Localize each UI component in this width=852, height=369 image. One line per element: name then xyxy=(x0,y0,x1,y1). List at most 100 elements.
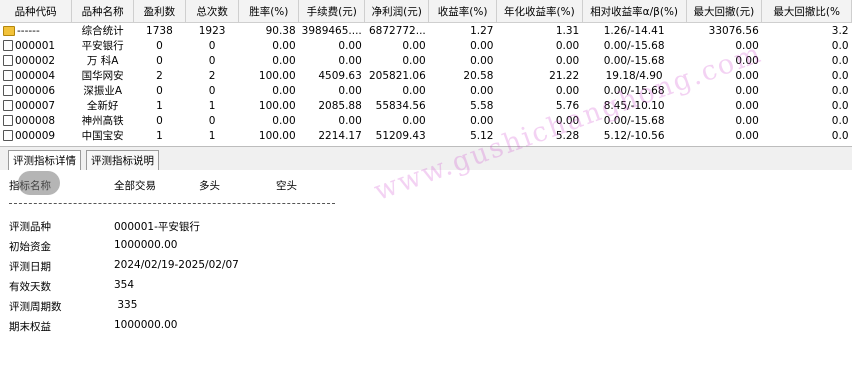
cell-total-count: 1 xyxy=(208,99,216,112)
cell-max-drawdown-ratio: 0.0 xyxy=(831,99,849,112)
detail-value-period-count: 335 xyxy=(114,299,138,311)
cell-return: 0.00 xyxy=(470,84,494,97)
row-code-text: 000004 xyxy=(15,69,56,82)
table-row[interactable]: ------ 综合统计 1738 1923 90.38 3989465.... 687277… xyxy=(0,23,852,39)
cell-total-count: 0 xyxy=(208,114,216,127)
column-header-return[interactable]: 收益率(%) xyxy=(428,0,497,23)
header-all-trades: 全部交易 xyxy=(114,180,156,192)
cell-total-count: 1923 xyxy=(198,24,226,37)
cell-fee: 0.00 xyxy=(338,39,362,52)
column-header-relative-return[interactable]: 相对收益率α/β(%) xyxy=(582,0,687,23)
detail-value-symbol: 000001-平安银行 xyxy=(114,221,200,233)
document-icon xyxy=(3,99,13,111)
row-code-text: 000007 xyxy=(15,99,56,112)
cell-profit-count: 0 xyxy=(156,39,163,52)
detail-label-initial-capital: 初始资金 xyxy=(9,241,51,253)
cell-annual-return: 1.31 xyxy=(555,24,580,37)
detail-label-period-count: 评测周期数 xyxy=(9,301,62,313)
cell-profit-count: 0 xyxy=(156,114,163,127)
cursor-highlight xyxy=(18,171,60,195)
table-row[interactable]: 000008 神州高铁 0 0 0.00 0.00 0.00 0.00 0.00 0.00/-15… xyxy=(0,113,852,128)
cell-return: 1.27 xyxy=(470,24,494,37)
cell-max-drawdown: 33076.56 xyxy=(708,24,759,37)
cell-name: 中国宝安 xyxy=(81,130,124,142)
cell-max-drawdown-ratio: 0.0 xyxy=(831,84,849,97)
cell-annual-return: 0.00 xyxy=(555,84,580,97)
cell-profit-count: 2 xyxy=(156,69,163,82)
cell-max-drawdown-ratio: 0.0 xyxy=(831,69,849,82)
detail-label-symbol: 评测品种 xyxy=(9,221,51,233)
cell-fee: 0.00 xyxy=(338,114,362,127)
cell-net-profit: 55834.56 xyxy=(375,99,426,112)
cell-name: 万 科A xyxy=(86,55,119,67)
cell-max-drawdown-ratio: 0.0 xyxy=(831,114,849,127)
cell-total-count: 1 xyxy=(208,129,216,142)
detail-label-date-range: 评测日期 xyxy=(9,261,51,273)
cell-max-drawdown-ratio: 0.0 xyxy=(831,54,849,67)
cell-net-profit: 205821.06 xyxy=(368,69,426,82)
column-header-total-count[interactable]: 总次数 xyxy=(185,0,240,23)
cell-code: 000002 xyxy=(0,53,72,68)
cell-relative-return: 0.00/-15.68 xyxy=(603,39,665,52)
cell-annual-return: 21.22 xyxy=(549,69,580,82)
cell-max-drawdown: 0.00 xyxy=(735,99,759,112)
cell-win-rate: 0.00 xyxy=(272,114,296,127)
cell-name: 平安银行 xyxy=(81,40,124,52)
cell-code: 000004 xyxy=(0,68,72,83)
row-code-text: 000002 xyxy=(15,54,56,67)
cell-profit-count: 0 xyxy=(156,54,163,67)
column-header-net-profit[interactable]: 净利润(元) xyxy=(364,0,430,23)
cell-total-count: 0 xyxy=(208,54,216,67)
cell-profit-count: 1 xyxy=(156,99,163,112)
detail-value-valid-days: 354 xyxy=(114,279,135,291)
cell-net-profit: 51209.43 xyxy=(375,129,426,142)
detail-value-date-range: 2024/02/19-2025/02/07 xyxy=(114,259,239,271)
column-header-annual-return[interactable]: 年化收益率(%) xyxy=(496,0,583,23)
document-icon xyxy=(3,129,13,141)
cell-return: 0.00 xyxy=(470,39,494,52)
column-header-win-rate[interactable]: 胜率(%) xyxy=(238,0,300,23)
cell-net-profit: 6872772... xyxy=(368,24,426,37)
tab-indicator-explanation[interactable]: 评测指标说明 xyxy=(86,150,159,171)
cell-profit-count: 1738 xyxy=(146,24,173,37)
row-code-text: 000008 xyxy=(15,114,56,127)
cell-win-rate: 100.00 xyxy=(258,99,296,112)
cell-code: 000008 xyxy=(0,113,72,128)
cell-fee: 2214.17 xyxy=(318,129,362,142)
table-row[interactable]: 000006 深振业A 0 0 0.00 0.00 0.00 0.00 0.00 0.00/-15… xyxy=(0,83,852,98)
cell-total-count: 2 xyxy=(208,69,216,82)
tab-indicator-details[interactable]: 评测指标详情 xyxy=(8,150,81,171)
header-long: 多头 xyxy=(199,180,220,192)
column-header-max-drawdown-ratio[interactable]: 最大回撤比(% xyxy=(761,0,852,23)
table-row[interactable]: 000009 中国宝安 1 1 100.00 2214.17 51209.43 5.12 5.2… xyxy=(0,128,852,143)
cell-fee: 4509.63 xyxy=(318,69,362,82)
cell-net-profit: 0.00 xyxy=(402,39,426,52)
detail-label-final-equity: 期末权益 xyxy=(9,321,51,333)
row-code-text: ------ xyxy=(17,24,40,37)
cell-max-drawdown: 0.00 xyxy=(735,129,759,142)
column-header-profit-count[interactable]: 盈利数 xyxy=(133,0,186,23)
column-header-fee[interactable]: 手续费(元) xyxy=(298,0,366,23)
cell-win-rate: 100.00 xyxy=(258,69,296,82)
table-row[interactable]: 000007 全新好 1 1 100.00 2085.88 55834.56 5.58 5.76… xyxy=(0,98,852,113)
column-header-max-drawdown[interactable]: 最大回撤(元) xyxy=(686,0,763,23)
detail-value-initial-capital: 1000000.00 xyxy=(114,239,178,251)
row-code-text: 000006 xyxy=(15,84,56,97)
cell-total-count: 0 xyxy=(208,39,216,52)
cell-name: 综合统计 xyxy=(81,25,124,37)
cell-return: 0.00 xyxy=(470,114,494,127)
cell-return: 5.58 xyxy=(470,99,494,112)
cell-max-drawdown: 0.00 xyxy=(735,114,759,127)
cell-relative-return: 5.12/-10.56 xyxy=(603,129,665,142)
cell-win-rate: 90.38 xyxy=(265,24,296,37)
cell-relative-return: 0.00/-15.68 xyxy=(603,54,665,67)
cell-return: 0.00 xyxy=(470,54,494,67)
header-short: 空头 xyxy=(276,180,297,192)
cell-max-drawdown-ratio: 3.2 xyxy=(831,24,849,37)
column-header-name[interactable]: 品种名称 xyxy=(71,0,135,23)
table-header-row: 品种代码 品种名称 盈利数 总次数 胜率(%) 手续费(元) 净利润(元) 收益… xyxy=(0,0,852,23)
cell-win-rate: 100.00 xyxy=(258,129,296,142)
column-header-code[interactable]: 品种代码 xyxy=(0,0,73,23)
cell-name: 全新好 xyxy=(86,100,119,112)
cell-code: 000001 xyxy=(0,38,72,53)
